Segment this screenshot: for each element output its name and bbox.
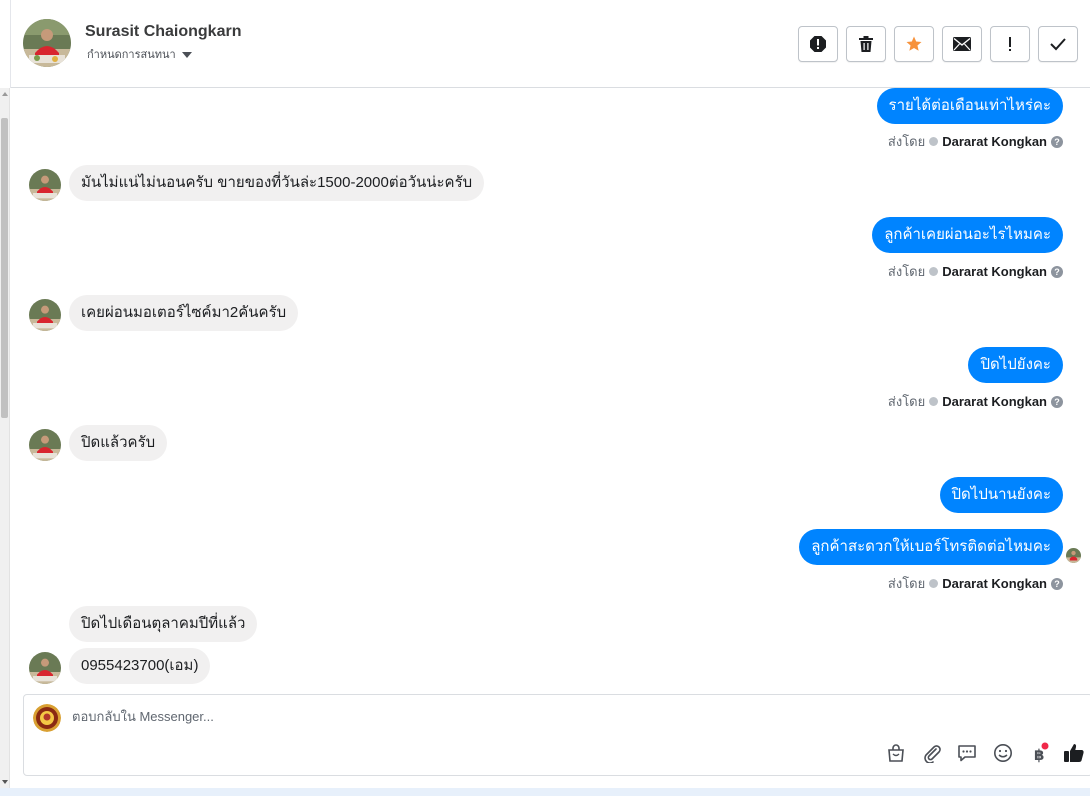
checkmark-icon [1050,38,1066,51]
contact-avatar-small[interactable] [29,429,61,461]
incoming-message[interactable]: มันไม่แน่ไม่นอนครับ ขายของที่วันล่ะ1500-… [69,165,485,201]
help-icon[interactable]: ? [1051,395,1063,408]
thumbs-up-icon[interactable] [1062,741,1086,765]
incoming-message[interactable]: 0955423700(เอม) [69,648,211,684]
page-avatar [33,704,61,732]
sent-by-label: ส่งโดย Dararat Kongkan ? [888,391,1063,412]
caret-down-icon [181,51,192,58]
help-icon[interactable]: ? [1051,577,1063,590]
star-icon [906,36,922,51]
scroll-up-arrow-icon[interactable] [2,92,8,96]
payment-baht-icon[interactable]: ฿ [1027,741,1051,765]
scrollbar[interactable] [0,88,10,788]
alert-octagon-icon [810,36,826,52]
saved-reply-icon[interactable] [955,741,979,765]
star-button[interactable] [894,26,934,62]
sent-by-label: ส่งโดย Dararat Kongkan ? [888,131,1063,152]
reply-input[interactable] [72,709,772,724]
mark-done-button[interactable] [1038,26,1078,62]
mark-spam-button[interactable] [798,26,838,62]
seen-avatar [1066,548,1081,563]
envelope-icon [953,37,971,51]
sent-check-icon [929,579,939,588]
contact-avatar-small[interactable] [29,652,61,684]
sent-check-icon [929,267,939,276]
assign-conversation-dropdown[interactable]: กำหนดการสนทนา [87,45,192,63]
delete-button[interactable] [846,26,886,62]
outgoing-message[interactable]: ปิดไปนานยังคะ [939,477,1063,513]
outgoing-message[interactable]: ลูกค้าเคยผ่อนอะไรไหมคะ [872,217,1063,253]
incoming-message[interactable]: ปิดไปเดือนตุลาคมปีที่แล้ว [69,606,258,642]
contact-avatar-small[interactable] [29,299,61,331]
sent-check-icon [929,137,939,146]
contact-name[interactable]: Surasit Chaiongkarn [85,23,241,41]
outgoing-message[interactable]: ลูกค้าสะดวกให้เบอร์โทรติดต่อไหมคะ [799,529,1063,565]
incoming-message[interactable]: เคยผ่อนมอเตอร์ไซค์มา2คันครับ [69,295,299,331]
contact-avatar-small[interactable] [29,169,61,201]
mark-unread-button[interactable] [942,26,982,62]
trash-icon [859,36,873,52]
window-bottom-edge [0,788,1090,796]
paperclip-icon[interactable] [920,741,944,765]
assign-label: กำหนดการสนทนา [87,49,176,61]
exclamation-icon [1009,37,1011,51]
outgoing-message[interactable]: รายได้ต่อเดือนเท่าไหร่คะ [876,88,1063,124]
outgoing-message[interactable]: ปิดไปยังคะ [968,347,1063,383]
sent-by-label: ส่งโดย Dararat Kongkan ? [888,573,1063,594]
sent-check-icon [929,397,939,406]
conversation-header: Surasit Chaiongkarn กำหนดการสนทนา [11,0,1090,88]
sent-by-label: ส่งโดย Dararat Kongkan ? [888,261,1063,282]
scroll-down-arrow-icon[interactable] [2,780,8,784]
help-icon[interactable]: ? [1051,135,1063,148]
incoming-message[interactable]: ปิดแล้วครับ [69,425,168,461]
contact-avatar[interactable] [23,19,71,67]
emoji-icon[interactable] [991,741,1015,765]
follow-up-button[interactable] [990,26,1030,62]
reply-composer: ฿ [23,694,1090,776]
shop-bag-icon[interactable] [884,741,908,765]
help-icon[interactable]: ? [1051,265,1063,278]
scroll-thumb[interactable] [1,118,8,418]
